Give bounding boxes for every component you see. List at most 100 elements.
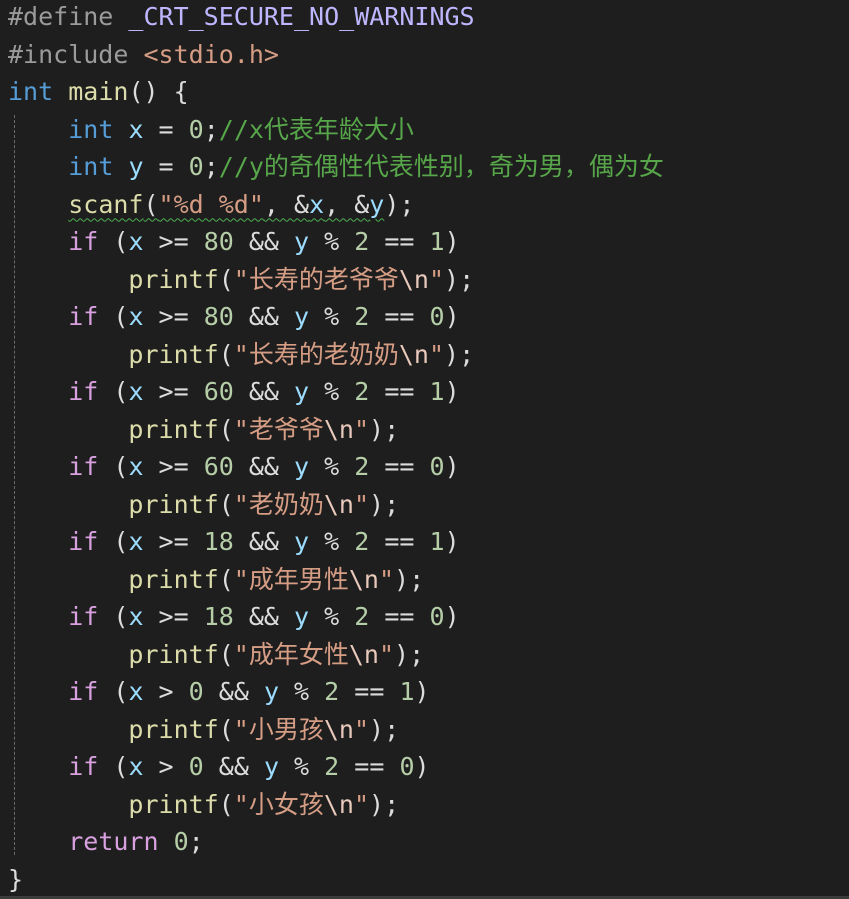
code-line[interactable]: if (x >= 80 && y % 2 == 1) — [8, 223, 460, 260]
code-token: ; — [203, 114, 219, 144]
code-line[interactable]: printf("老奶奶\n"); — [8, 486, 399, 523]
code-token: ) — [444, 227, 460, 256]
code-token: 18 — [203, 527, 234, 556]
code-line[interactable]: printf("长寿的老奶奶\n"); — [8, 336, 474, 373]
code-token: ) — [444, 377, 460, 406]
code-line[interactable]: return 0; — [8, 823, 204, 860]
code-line[interactable]: printf("长寿的老爷爷\n"); — [8, 261, 474, 298]
code-line[interactable]: int y = 0;//y的奇偶性代表性别，奇为男，偶为女 — [8, 148, 664, 185]
code-token: ( — [98, 527, 129, 556]
code-token: x — [128, 527, 144, 556]
code-token: x — [128, 302, 144, 331]
code-token: "老奶奶 — [233, 489, 324, 519]
code-token: x — [128, 752, 144, 781]
code-line[interactable]: if (x >= 60 && y % 2 == 0) — [8, 448, 459, 485]
code-token: 0 — [173, 827, 189, 856]
code-token: " — [353, 489, 370, 519]
code-line[interactable]: if (x >= 60 && y % 2 == 1) — [8, 373, 460, 410]
code-token: ( — [98, 227, 129, 256]
code-line[interactable]: printf("小男孩\n"); — [8, 711, 399, 748]
code-token: "小女孩 — [233, 789, 324, 819]
code-token: ( — [218, 264, 234, 294]
code-line[interactable]: #define _CRT_SECURE_NO_WARNINGS — [8, 0, 475, 35]
code-line[interactable]: if (x > 0 && y % 2 == 1) — [8, 673, 430, 710]
code-token: _CRT_SECURE_NO_WARNINGS — [128, 2, 475, 31]
code-token: && — [233, 377, 295, 406]
code-token: ; — [188, 827, 204, 856]
code-token: <stdio.h> — [143, 39, 279, 69]
code-line[interactable]: int x = 0;//x代表年龄大小 — [8, 111, 414, 148]
code-token: printf — [128, 339, 219, 369]
code-token: ); — [369, 414, 400, 444]
code-token: ( — [98, 602, 129, 631]
code-line[interactable]: scanf("%d %d", &x, &y); — [8, 186, 414, 223]
code-token: #define — [8, 2, 129, 31]
code-line[interactable]: #include <stdio.h> — [8, 36, 279, 73]
code-token: x — [128, 452, 144, 481]
code-token: " — [353, 414, 370, 444]
code-line[interactable]: } — [8, 861, 23, 898]
code-line[interactable]: printf("老爷爷\n"); — [8, 411, 399, 448]
code-token: && — [233, 602, 295, 631]
code-token: == — [369, 527, 430, 556]
code-line[interactable]: if (x >= 18 && y % 2 == 0) — [8, 598, 459, 635]
code-token: () { — [128, 77, 189, 106]
code-token: 0 — [188, 752, 204, 781]
code-token: x — [309, 189, 325, 219]
code-token: && — [233, 452, 295, 481]
code-token: 0 — [429, 452, 445, 481]
code-token: printf — [128, 639, 219, 669]
code-line[interactable]: printf("成年女性\n"); — [8, 636, 424, 673]
code-token: 0 — [188, 152, 204, 181]
code-line[interactable]: if (x > 0 && y % 2 == 0) — [8, 748, 430, 785]
code-token: " — [378, 639, 395, 669]
code-token: % — [309, 377, 355, 406]
code-token: scanf — [68, 189, 144, 219]
code-token: printf — [128, 564, 219, 594]
code-token: //y的奇偶性代表性别，奇为男，偶为女 — [218, 152, 664, 181]
code-token: >= — [143, 302, 204, 331]
code-token: 1 — [429, 377, 445, 406]
code-token: y — [369, 189, 385, 219]
code-token: ( — [98, 452, 129, 481]
code-token: 2 — [354, 602, 370, 631]
code-line[interactable]: printf("小女孩\n"); — [8, 786, 399, 823]
code-token: "成年男性 — [233, 564, 349, 594]
code-token: 2 — [354, 227, 370, 256]
code-token: >= — [143, 602, 204, 631]
code-token: if — [68, 527, 99, 556]
code-token: \n — [348, 564, 379, 594]
code-token: ); — [394, 564, 425, 594]
code-line[interactable]: if (x >= 80 && y % 2 == 0) — [8, 298, 459, 335]
code-token: ) — [414, 677, 430, 706]
code-token: 1 — [429, 227, 445, 256]
code-token: == — [369, 227, 430, 256]
code-token: \n — [398, 339, 429, 369]
code-token: ( — [218, 714, 234, 744]
code-token: ) — [414, 752, 430, 781]
code-token: if — [68, 602, 99, 631]
code-token: = — [143, 152, 189, 181]
code-token: " — [428, 264, 445, 294]
code-token: 2 — [354, 527, 370, 556]
code-line[interactable]: int main() { — [8, 73, 189, 110]
code-token: ( — [98, 377, 129, 406]
code-token: > — [143, 752, 189, 781]
code-token: ); — [444, 339, 475, 369]
code-line[interactable]: if (x >= 18 && y % 2 == 1) — [8, 523, 459, 560]
code-token: && — [203, 752, 264, 781]
code-line[interactable]: printf("成年男性\n"); — [8, 561, 424, 598]
code-editor[interactable]: #define _CRT_SECURE_NO_WARNINGS #include … — [0, 0, 849, 899]
